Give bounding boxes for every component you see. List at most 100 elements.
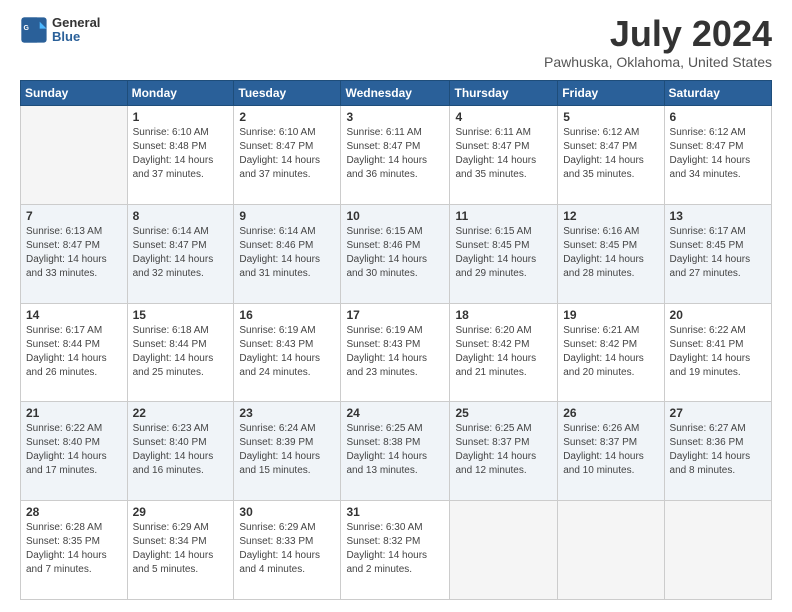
day-number: 9 (239, 209, 335, 223)
calendar-cell: 12 Sunrise: 6:16 AM Sunset: 8:45 PM Dayl… (558, 204, 664, 303)
day-number: 16 (239, 308, 335, 322)
calendar-week-row: 1 Sunrise: 6:10 AM Sunset: 8:48 PM Dayli… (21, 106, 772, 205)
calendar-cell: 1 Sunrise: 6:10 AM Sunset: 8:48 PM Dayli… (127, 106, 234, 205)
day-info: Sunrise: 6:25 AM Sunset: 8:38 PM Dayligh… (346, 422, 444, 478)
logo-text: General Blue (52, 16, 100, 45)
calendar-cell: 23 Sunrise: 6:24 AM Sunset: 8:39 PM Dayl… (234, 402, 341, 501)
day-info: Sunrise: 6:11 AM Sunset: 8:47 PM Dayligh… (455, 126, 552, 182)
day-number: 19 (563, 308, 658, 322)
title-block: July 2024 Pawhuska, Oklahoma, United Sta… (544, 16, 772, 70)
calendar-col-header: Tuesday (234, 81, 341, 106)
day-number: 30 (239, 505, 335, 519)
calendar-cell: 5 Sunrise: 6:12 AM Sunset: 8:47 PM Dayli… (558, 106, 664, 205)
calendar-cell: 29 Sunrise: 6:29 AM Sunset: 8:34 PM Dayl… (127, 501, 234, 600)
day-info: Sunrise: 6:11 AM Sunset: 8:47 PM Dayligh… (346, 126, 444, 182)
day-number: 27 (670, 406, 766, 420)
day-number: 21 (26, 406, 122, 420)
day-number: 24 (346, 406, 444, 420)
calendar-cell: 6 Sunrise: 6:12 AM Sunset: 8:47 PM Dayli… (664, 106, 771, 205)
day-number: 12 (563, 209, 658, 223)
day-number: 14 (26, 308, 122, 322)
day-number: 7 (26, 209, 122, 223)
calendar-cell: 25 Sunrise: 6:25 AM Sunset: 8:37 PM Dayl… (450, 402, 558, 501)
day-info: Sunrise: 6:15 AM Sunset: 8:45 PM Dayligh… (455, 225, 552, 281)
calendar-cell: 9 Sunrise: 6:14 AM Sunset: 8:46 PM Dayli… (234, 204, 341, 303)
calendar-cell (558, 501, 664, 600)
calendar-cell: 31 Sunrise: 6:30 AM Sunset: 8:32 PM Dayl… (341, 501, 450, 600)
calendar-cell: 11 Sunrise: 6:15 AM Sunset: 8:45 PM Dayl… (450, 204, 558, 303)
calendar-col-header: Friday (558, 81, 664, 106)
calendar-header-row: SundayMondayTuesdayWednesdayThursdayFrid… (21, 81, 772, 106)
day-info: Sunrise: 6:13 AM Sunset: 8:47 PM Dayligh… (26, 225, 122, 281)
main-title: July 2024 (544, 16, 772, 52)
day-info: Sunrise: 6:10 AM Sunset: 8:47 PM Dayligh… (239, 126, 335, 182)
subtitle: Pawhuska, Oklahoma, United States (544, 54, 772, 70)
day-info: Sunrise: 6:26 AM Sunset: 8:37 PM Dayligh… (563, 422, 658, 478)
day-number: 3 (346, 110, 444, 124)
calendar-cell: 16 Sunrise: 6:19 AM Sunset: 8:43 PM Dayl… (234, 303, 341, 402)
day-number: 31 (346, 505, 444, 519)
day-info: Sunrise: 6:22 AM Sunset: 8:40 PM Dayligh… (26, 422, 122, 478)
day-number: 17 (346, 308, 444, 322)
day-number: 28 (26, 505, 122, 519)
calendar-col-header: Wednesday (341, 81, 450, 106)
day-info: Sunrise: 6:19 AM Sunset: 8:43 PM Dayligh… (239, 324, 335, 380)
day-info: Sunrise: 6:16 AM Sunset: 8:45 PM Dayligh… (563, 225, 658, 281)
calendar-cell: 18 Sunrise: 6:20 AM Sunset: 8:42 PM Dayl… (450, 303, 558, 402)
day-number: 6 (670, 110, 766, 124)
day-number: 15 (133, 308, 229, 322)
calendar-cell: 27 Sunrise: 6:27 AM Sunset: 8:36 PM Dayl… (664, 402, 771, 501)
day-number: 23 (239, 406, 335, 420)
calendar-cell: 15 Sunrise: 6:18 AM Sunset: 8:44 PM Dayl… (127, 303, 234, 402)
calendar-cell (21, 106, 128, 205)
calendar-cell: 21 Sunrise: 6:22 AM Sunset: 8:40 PM Dayl… (21, 402, 128, 501)
header: G General Blue July 2024 Pawhuska, Oklah… (20, 16, 772, 70)
day-number: 5 (563, 110, 658, 124)
day-info: Sunrise: 6:29 AM Sunset: 8:34 PM Dayligh… (133, 521, 229, 577)
calendar-col-header: Monday (127, 81, 234, 106)
calendar-cell: 4 Sunrise: 6:11 AM Sunset: 8:47 PM Dayli… (450, 106, 558, 205)
calendar-cell: 17 Sunrise: 6:19 AM Sunset: 8:43 PM Dayl… (341, 303, 450, 402)
day-number: 29 (133, 505, 229, 519)
day-info: Sunrise: 6:23 AM Sunset: 8:40 PM Dayligh… (133, 422, 229, 478)
calendar-cell: 14 Sunrise: 6:17 AM Sunset: 8:44 PM Dayl… (21, 303, 128, 402)
calendar-cell: 30 Sunrise: 6:29 AM Sunset: 8:33 PM Dayl… (234, 501, 341, 600)
day-info: Sunrise: 6:24 AM Sunset: 8:39 PM Dayligh… (239, 422, 335, 478)
day-info: Sunrise: 6:12 AM Sunset: 8:47 PM Dayligh… (670, 126, 766, 182)
day-number: 8 (133, 209, 229, 223)
day-info: Sunrise: 6:14 AM Sunset: 8:47 PM Dayligh… (133, 225, 229, 281)
calendar-col-header: Sunday (21, 81, 128, 106)
day-number: 2 (239, 110, 335, 124)
calendar-cell (664, 501, 771, 600)
logo-line2: Blue (52, 30, 100, 44)
logo: G General Blue (20, 16, 100, 45)
calendar-cell: 2 Sunrise: 6:10 AM Sunset: 8:47 PM Dayli… (234, 106, 341, 205)
day-number: 10 (346, 209, 444, 223)
day-info: Sunrise: 6:21 AM Sunset: 8:42 PM Dayligh… (563, 324, 658, 380)
day-info: Sunrise: 6:14 AM Sunset: 8:46 PM Dayligh… (239, 225, 335, 281)
calendar-cell: 7 Sunrise: 6:13 AM Sunset: 8:47 PM Dayli… (21, 204, 128, 303)
calendar-week-row: 7 Sunrise: 6:13 AM Sunset: 8:47 PM Dayli… (21, 204, 772, 303)
day-number: 13 (670, 209, 766, 223)
day-info: Sunrise: 6:12 AM Sunset: 8:47 PM Dayligh… (563, 126, 658, 182)
day-info: Sunrise: 6:17 AM Sunset: 8:45 PM Dayligh… (670, 225, 766, 281)
day-info: Sunrise: 6:10 AM Sunset: 8:48 PM Dayligh… (133, 126, 229, 182)
day-info: Sunrise: 6:27 AM Sunset: 8:36 PM Dayligh… (670, 422, 766, 478)
day-info: Sunrise: 6:15 AM Sunset: 8:46 PM Dayligh… (346, 225, 444, 281)
day-info: Sunrise: 6:29 AM Sunset: 8:33 PM Dayligh… (239, 521, 335, 577)
day-number: 25 (455, 406, 552, 420)
day-number: 11 (455, 209, 552, 223)
day-number: 18 (455, 308, 552, 322)
calendar-cell: 26 Sunrise: 6:26 AM Sunset: 8:37 PM Dayl… (558, 402, 664, 501)
calendar-cell: 8 Sunrise: 6:14 AM Sunset: 8:47 PM Dayli… (127, 204, 234, 303)
day-info: Sunrise: 6:25 AM Sunset: 8:37 PM Dayligh… (455, 422, 552, 478)
day-info: Sunrise: 6:22 AM Sunset: 8:41 PM Dayligh… (670, 324, 766, 380)
day-info: Sunrise: 6:19 AM Sunset: 8:43 PM Dayligh… (346, 324, 444, 380)
calendar-cell: 28 Sunrise: 6:28 AM Sunset: 8:35 PM Dayl… (21, 501, 128, 600)
calendar-cell: 3 Sunrise: 6:11 AM Sunset: 8:47 PM Dayli… (341, 106, 450, 205)
calendar-col-header: Thursday (450, 81, 558, 106)
page: G General Blue July 2024 Pawhuska, Oklah… (0, 0, 792, 612)
day-info: Sunrise: 6:20 AM Sunset: 8:42 PM Dayligh… (455, 324, 552, 380)
calendar-cell: 13 Sunrise: 6:17 AM Sunset: 8:45 PM Dayl… (664, 204, 771, 303)
day-number: 20 (670, 308, 766, 322)
